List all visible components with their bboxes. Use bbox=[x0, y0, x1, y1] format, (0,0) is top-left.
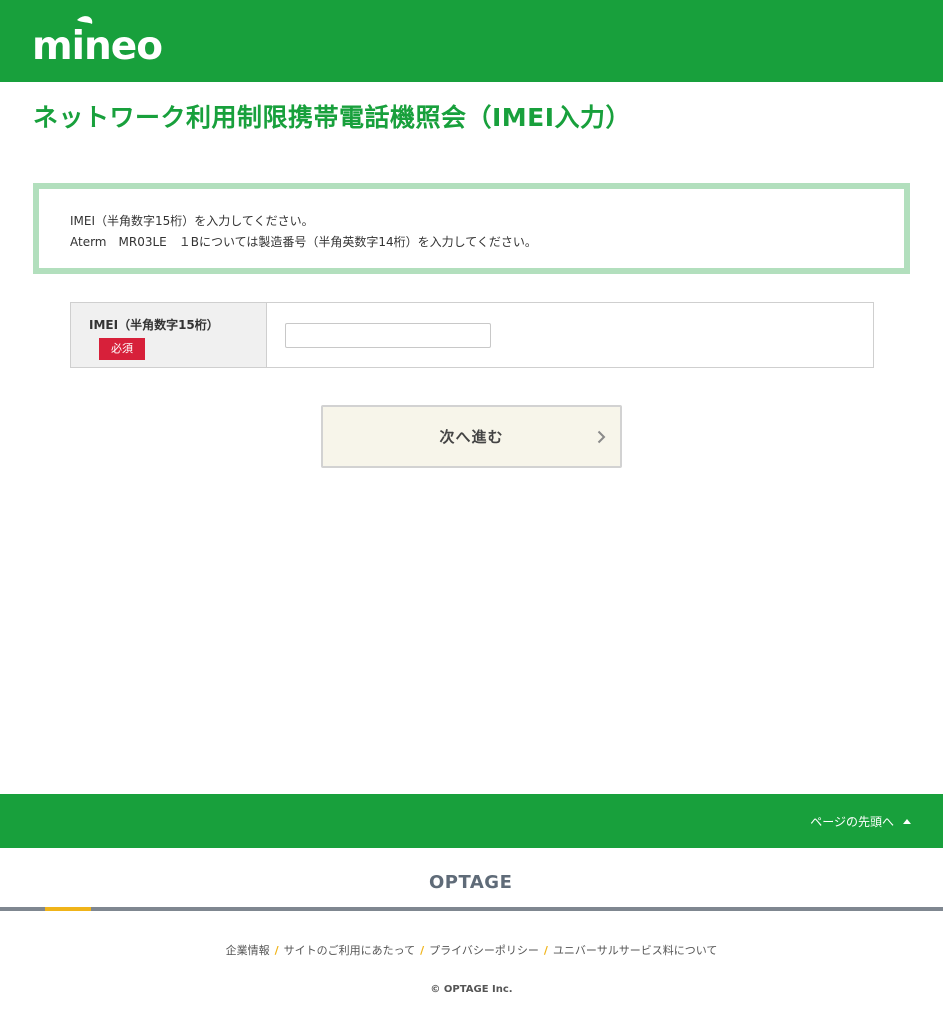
imei-field-label: IMEI（半角数字15桁） bbox=[89, 318, 219, 332]
next-button-label: 次へ進む bbox=[439, 428, 504, 446]
footer-green-bar: ページの先頭へ bbox=[0, 794, 943, 848]
triangle-up-icon bbox=[903, 819, 911, 824]
footer-accent-bar bbox=[45, 907, 91, 911]
link-separator: / bbox=[274, 944, 279, 957]
notice-line-aterm: Aterm MR03LE １Bについては製造番号（半角英数字14桁）を入力してく… bbox=[70, 235, 537, 249]
page-top-link[interactable]: ページの先頭へ bbox=[810, 813, 911, 830]
next-button[interactable]: 次へ進む bbox=[321, 405, 622, 468]
required-badge: 必須 bbox=[99, 338, 145, 360]
page-top-label: ページの先頭へ bbox=[810, 815, 894, 829]
imei-input-cell bbox=[267, 303, 873, 367]
imei-label-cell: IMEI（半角数字15桁） 必須 bbox=[71, 303, 267, 367]
site-header: mineo bbox=[0, 0, 943, 82]
link-separator: / bbox=[543, 944, 548, 957]
copyright: © OPTAGE Inc. bbox=[430, 984, 513, 995]
mineo-logo-mark: mineo bbox=[32, 16, 163, 69]
link-separator: / bbox=[420, 944, 425, 957]
imei-input[interactable] bbox=[285, 323, 491, 348]
footer-link-site-terms[interactable]: サイトのご利用にあたって bbox=[284, 944, 415, 957]
footer-link-privacy-policy[interactable]: プライバシーポリシー bbox=[429, 944, 539, 957]
optage-logo[interactable]: OPTAGE bbox=[429, 872, 512, 893]
footer-links: 企業情報 / サイトのご利用にあたって / プライバシーポリシー / ユニバーサルサービス料… bbox=[0, 942, 943, 958]
notice-line-imei: IMEI（半角数字15桁）を入力してください。 bbox=[70, 214, 314, 228]
footer-divider bbox=[0, 907, 943, 911]
instruction-notice: IMEI（半角数字15桁）を入力してください。 Aterm MR03LE １Bに… bbox=[33, 183, 910, 274]
chevron-right-icon bbox=[597, 430, 606, 444]
mineo-logo[interactable]: mineo bbox=[32, 14, 172, 69]
imei-form-table: IMEI（半角数字15桁） 必須 bbox=[70, 302, 874, 368]
footer-link-universal-service[interactable]: ユニバーサルサービス料について bbox=[553, 944, 717, 957]
svg-text:mineo: mineo bbox=[32, 24, 162, 64]
footer-link-company-info[interactable]: 企業情報 bbox=[226, 944, 270, 957]
page-title: ネットワーク利用制限携帯電話機照会（IMEI入力） bbox=[33, 103, 632, 132]
